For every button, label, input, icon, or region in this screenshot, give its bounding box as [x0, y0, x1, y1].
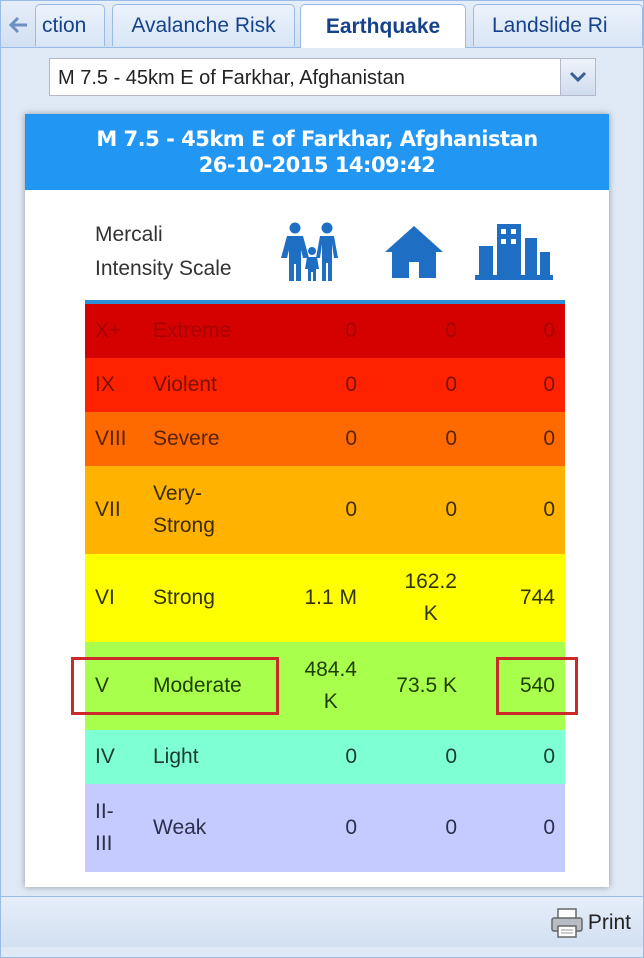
- tab-avalanche-risk[interactable]: Avalanche Risk: [112, 4, 295, 46]
- people-icon: [281, 222, 338, 281]
- residential-value: 0: [445, 816, 457, 839]
- intensity-level: II- III: [95, 800, 114, 855]
- event-datetime: 26-10-2015 14:09:42: [198, 153, 436, 177]
- intensity-name: Weak: [153, 816, 207, 839]
- house-icon: [385, 226, 443, 278]
- tab-partial-left[interactable]: ction: [35, 4, 105, 46]
- intensity-row: X+ Extreme 0 0 0: [85, 304, 565, 358]
- intensity-name: Very- Strong: [153, 482, 215, 537]
- residential-value: 0: [445, 745, 457, 768]
- building-value: 744: [519, 586, 555, 609]
- population-value: 0: [345, 816, 357, 839]
- population-value: 1.1 M: [304, 586, 357, 609]
- intensity-name: Severe: [153, 427, 220, 450]
- intensity-level: VII: [95, 498, 121, 521]
- intensity-row: VII Very- Strong 0 0 0: [85, 466, 565, 554]
- buildings-icon: [475, 224, 553, 280]
- intensity-row: IV Light 0 0 0: [85, 730, 565, 784]
- intensity-level: IV: [95, 745, 115, 768]
- tab-bar: ction Avalanche Risk Earthquake Landslid…: [1, 1, 643, 48]
- intensity-table: X+ Extreme 0 0 0 IX Violent 0 0 0 VIII Severe 0 0 0 VII…: [85, 300, 565, 872]
- population-value: 484.4 K: [304, 658, 357, 713]
- scale-label: Mercali Intensity Scale: [95, 223, 232, 280]
- building-value: 0: [543, 373, 555, 396]
- intensity-row: II- III Weak 0 0 0: [85, 784, 565, 872]
- building-value: 0: [543, 427, 555, 450]
- residential-value: 0: [445, 373, 457, 396]
- print-label: Print: [587, 911, 631, 934]
- printer-icon: [551, 908, 583, 938]
- intensity-level: IX: [95, 373, 115, 396]
- intensity-level: X+: [95, 319, 122, 342]
- residential-value: 0: [445, 427, 457, 450]
- building-value: 0: [543, 745, 555, 768]
- building-value: 0: [543, 319, 555, 342]
- intensity-level: VIII: [95, 427, 127, 450]
- intensity-row: VIII Severe 0 0 0: [85, 412, 565, 466]
- building-value: 0: [543, 498, 555, 521]
- population-value: 0: [345, 427, 357, 450]
- residential-value: 0: [445, 498, 457, 521]
- event-select-trigger[interactable]: [560, 59, 595, 95]
- residential-value: 0: [445, 319, 457, 342]
- intensity-name: Violent: [153, 373, 217, 396]
- population-value: 0: [345, 745, 357, 768]
- card-header: M 7.5 - 45km E of Farkhar, Afghanistan 2…: [25, 114, 609, 190]
- population-value: 0: [345, 319, 357, 342]
- intensity-name: Light: [153, 745, 199, 768]
- print-button[interactable]: Print: [550, 907, 631, 939]
- event-select-value: M 7.5 - 45km E of Farkhar, Afghanistan: [58, 67, 405, 89]
- earthquake-card: M 7.5 - 45km E of Farkhar, Afghanistan 2…: [25, 114, 609, 887]
- event-select[interactable]: M 7.5 - 45km E of Farkhar, Afghanistan: [49, 58, 596, 96]
- app-window: ction Avalanche Risk Earthquake Landslid…: [0, 0, 644, 958]
- intensity-name: Strong: [153, 586, 215, 609]
- highlight-540: [496, 657, 578, 715]
- intensity-row: IX Violent 0 0 0: [85, 358, 565, 412]
- residential-value: 162.2 K: [404, 570, 457, 625]
- population-value: 0: [345, 498, 357, 521]
- residential-value: 73.5 K: [396, 674, 457, 697]
- bottom-toolbar: Print: [1, 896, 643, 947]
- intensity-name: Extreme: [153, 319, 232, 342]
- population-value: 0: [345, 373, 357, 396]
- highlight-moderate: [71, 657, 279, 715]
- chevron-down-icon: [569, 71, 587, 83]
- event-title: M 7.5 - 45km E of Farkhar, Afghanistan: [96, 127, 538, 151]
- tab-landslide-risk[interactable]: Landslide Ri: [473, 4, 643, 46]
- tab-earthquake[interactable]: Earthquake: [300, 4, 466, 48]
- intensity-row: VI Strong 1.1 M 162.2 K 744: [85, 554, 565, 642]
- intensity-level: VI: [95, 586, 115, 609]
- arrow-left-icon: [9, 16, 27, 34]
- building-value: 0: [543, 816, 555, 839]
- tab-scroll-left-button[interactable]: [5, 9, 33, 41]
